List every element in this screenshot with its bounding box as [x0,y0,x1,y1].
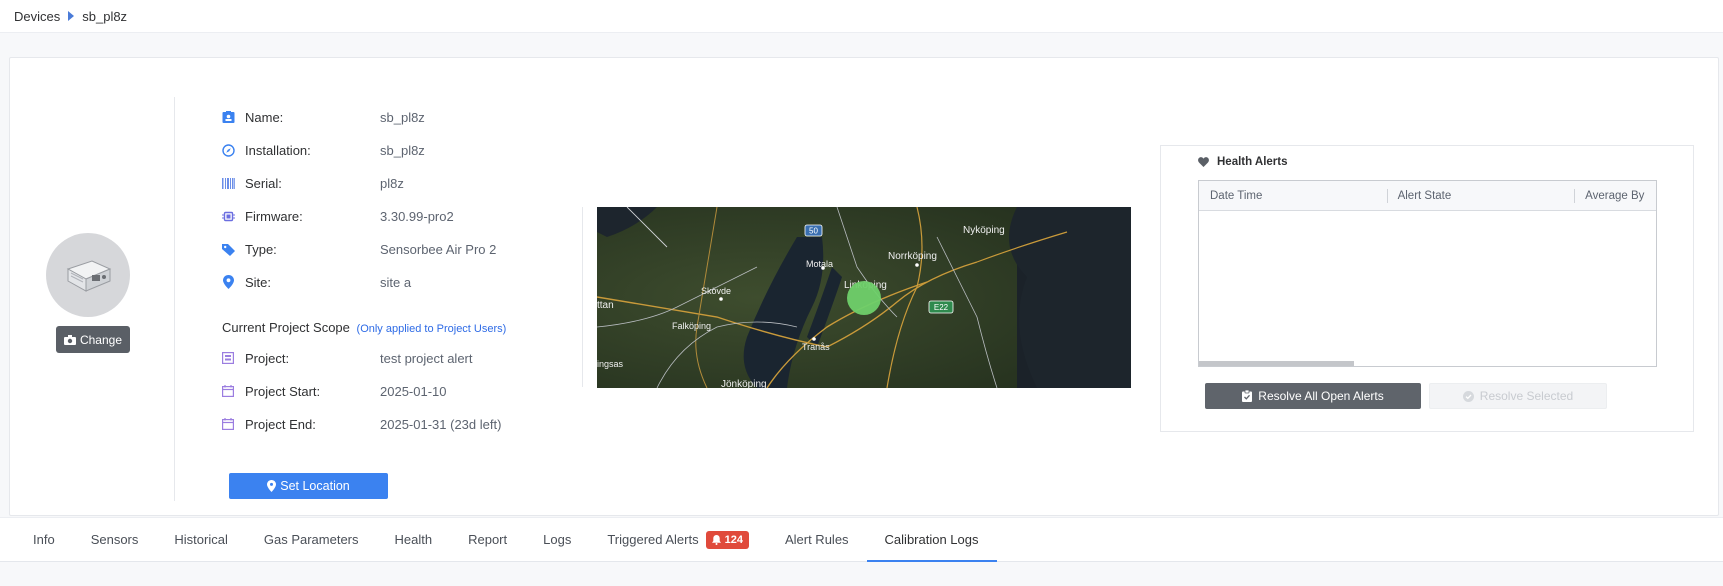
column-header-date-time[interactable]: Date Time [1199,181,1387,210]
health-alerts-table: Date Time Alert State Average By [1198,180,1657,367]
installation-row: Installation: sb_pl8z [221,140,425,160]
tab-calibration-logs[interactable]: Calibration Logs [866,518,997,562]
column-header-average-by[interactable]: Average By [1574,181,1656,210]
site-value: site a [380,274,412,290]
tab-bar: Info Sensors Historical Gas Parameters H… [0,517,1723,562]
road-shield-e22: E22 [928,300,954,314]
barcode-icon [221,176,235,190]
tab-sensors[interactable]: Sensors [73,518,157,561]
chip-icon [221,209,235,223]
location-map[interactable]: Nyköping Norrköping Motala Linköping Skö… [597,207,1131,388]
resolve-selected-button[interactable]: Resolve Selected [1429,383,1607,409]
divider [174,97,175,501]
project-scope-note: (Only applied to Project Users) [356,323,507,335]
map-label-norrkoping: Norrköping [888,251,937,262]
breadcrumb-separator-icon [68,11,75,21]
check-circle-icon [1462,390,1474,402]
clipboard-check-icon [1242,390,1253,402]
set-location-button[interactable]: Set Location [229,473,388,499]
project-start-value: 2025-01-10 [380,383,447,399]
change-photo-button[interactable]: Change [56,326,130,353]
map-label-nykoping: Nyköping [963,225,1005,236]
health-alerts-panel: Health Alerts Date Time Alert State Aver… [1160,145,1694,432]
firmware-value: 3.30.99-pro2 [380,208,454,224]
camera-icon [63,334,76,345]
calendar-icon [221,384,235,398]
tab-gas-parameters[interactable]: Gas Parameters [246,518,377,561]
map-label-falkoping: Falköping [672,321,711,331]
serial-value: pl8z [380,175,404,191]
device-location-marker[interactable] [847,281,881,315]
project-scope-title: Current Project Scope (Only applied to P… [222,320,507,335]
project-start-row: Project Start: 2025-01-10 [221,381,447,401]
change-photo-label: Change [79,332,123,347]
table-header: Date Time Alert State Average By [1199,181,1656,211]
site-row: Site: site a [221,272,411,292]
map-label-jonkoping: Jönköping [721,379,767,388]
name-value: sb_pl8z [380,109,425,125]
tab-health[interactable]: Health [377,518,451,561]
installation-value: sb_pl8z [380,142,425,158]
calendar-icon [221,417,235,431]
svg-text:E22: E22 [934,303,949,312]
resolve-all-open-alerts-button[interactable]: Resolve All Open Alerts [1205,383,1421,409]
avatar [46,233,130,317]
map-label-ingsas: ingsas [597,359,624,369]
compass-icon [221,143,235,157]
map-label-motala: Motala [806,259,833,269]
tab-info[interactable]: Info [15,518,73,561]
tag-icon [221,242,235,256]
name-row: Name: sb_pl8z [221,107,425,127]
tab-alert-rules[interactable]: Alert Rules [767,518,867,561]
tab-triggered-alerts[interactable]: Triggered Alerts 124 [589,518,767,561]
map-label-tranas: Tranås [802,342,830,352]
divider [582,207,583,387]
device-image-icon [66,260,112,292]
breadcrumb: Devices sb_pl8z [0,0,1723,33]
tab-historical[interactable]: Historical [156,518,245,561]
tab-logs[interactable]: Logs [525,518,589,561]
tab-report[interactable]: Report [450,518,525,561]
road-shield-50: 50 [804,224,823,237]
column-header-alert-state[interactable]: Alert State [1386,181,1575,210]
table-horizontal-scrollbar[interactable] [1199,361,1354,366]
type-value: Sensorbee Air Pro 2 [380,241,497,257]
id-badge-icon [221,110,235,124]
project-end-row: Project End: 2025-01-31 (23d left) [221,414,501,434]
set-location-label: Set Location [280,479,350,493]
project-end-value: 2025-01-31 (23d left) [380,416,502,432]
project-icon [221,351,235,365]
health-alerts-title: Health Alerts [1198,156,1288,168]
map-pin-icon [267,480,277,492]
map-label-ttan: ttan [597,300,614,311]
map-label-skovde: Skövde [701,286,731,296]
type-row: Type: Sensorbee Air Pro 2 [221,239,496,259]
heart-icon [1198,157,1209,167]
firmware-row: Firmware: 3.30.99-pro2 [221,206,454,226]
bell-icon [711,534,721,545]
triggered-alerts-count-badge: 124 [705,530,749,549]
breadcrumb-root-link[interactable]: Devices [14,9,60,24]
svg-text:50: 50 [809,227,818,236]
map-pin-icon [221,275,235,289]
project-value: test project alert [380,350,473,366]
serial-row: Serial: pl8z [221,173,404,193]
project-row: Project: test project alert [221,348,473,368]
breadcrumb-current: sb_pl8z [82,8,128,24]
